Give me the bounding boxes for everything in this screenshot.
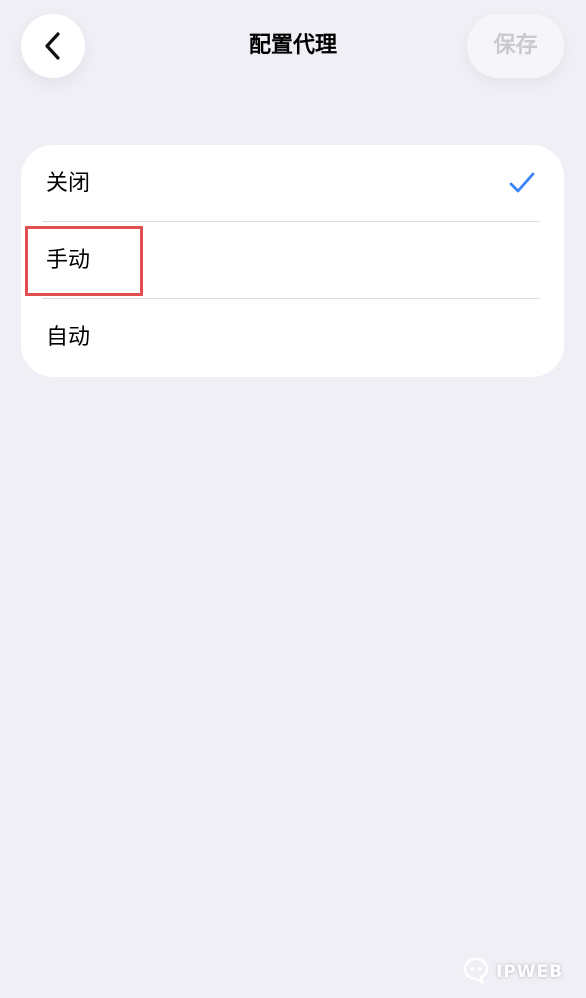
option-manual[interactable]: 手动 [21,222,564,299]
option-label: 手动 [46,248,91,273]
watermark: IPWEB [462,956,563,988]
proxy-options-list: 关闭 手动 自动 [21,145,564,377]
option-label: 自动 [46,325,91,350]
ipweb-logo-icon [462,956,496,989]
option-label: 关闭 [46,171,91,196]
navigation-bar: 配置代理 保存 [0,0,586,96]
save-button[interactable]: 保存 [467,14,564,78]
option-off[interactable]: 关闭 [21,145,564,222]
watermark-text: IPWEB [496,962,564,982]
checkmark-icon [509,171,535,195]
option-auto[interactable]: 自动 [21,299,564,377]
